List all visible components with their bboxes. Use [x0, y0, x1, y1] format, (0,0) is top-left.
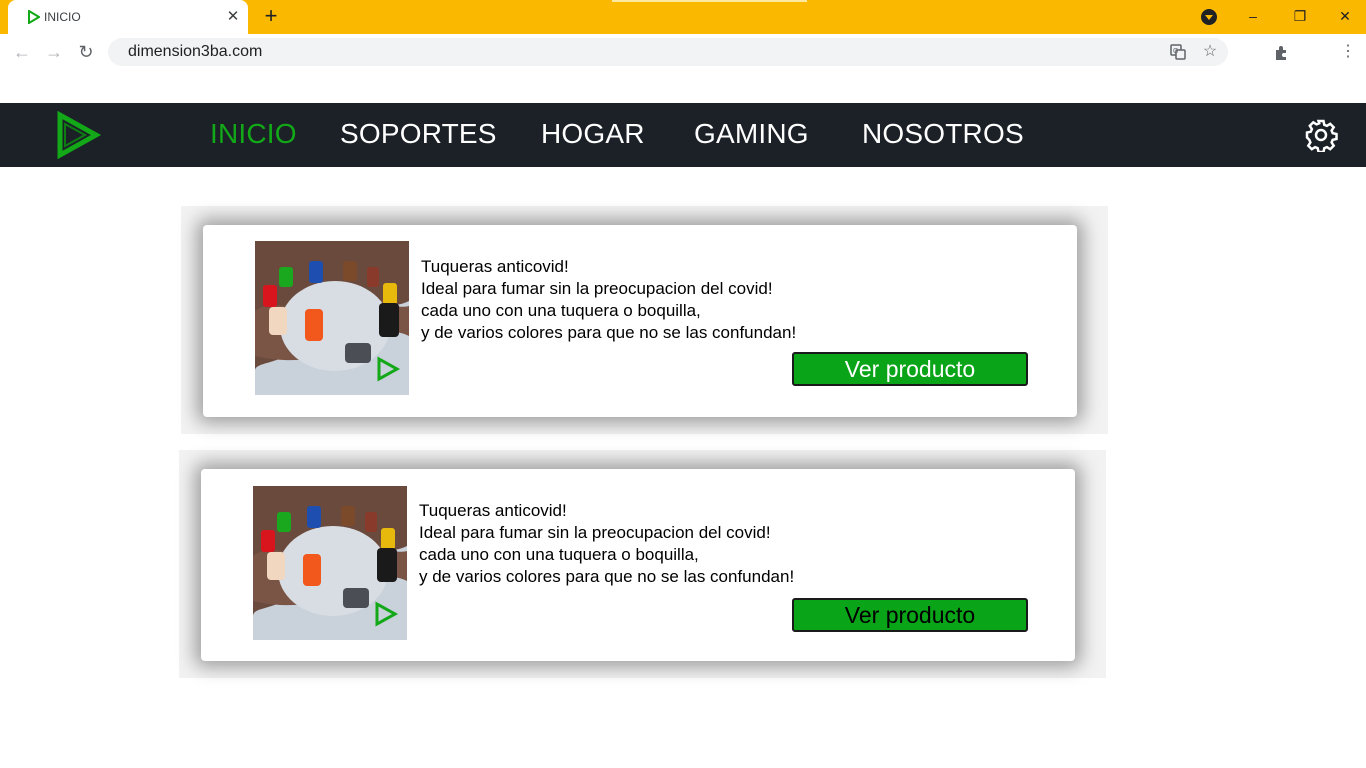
- product-line: cada uno con una tuquera o boquilla,: [421, 301, 701, 320]
- ver-producto-button[interactable]: Ver producto: [792, 598, 1028, 632]
- tab-close-icon[interactable]: ✕: [224, 8, 242, 26]
- minimize-button[interactable]: –: [1240, 4, 1266, 28]
- product-image[interactable]: [253, 486, 407, 640]
- product-card-wrapper: Tuqueras anticovid! Ideal para fumar sin…: [181, 206, 1108, 434]
- bookmark-star-icon[interactable]: ☆: [1200, 42, 1220, 62]
- tab-strip-highlight: [612, 0, 807, 2]
- close-window-button[interactable]: ✕: [1332, 4, 1358, 28]
- browser-tab[interactable]: INICIO ✕: [8, 0, 248, 34]
- settings-gear-icon[interactable]: [1304, 118, 1338, 152]
- nav-gaming[interactable]: GAMING: [694, 118, 809, 150]
- extensions-icon[interactable]: [1272, 42, 1292, 62]
- product-description: Tuqueras anticovid! Ideal para fumar sin…: [419, 500, 794, 588]
- product-description: Tuqueras anticovid! Ideal para fumar sin…: [421, 256, 796, 344]
- nav-hogar[interactable]: HOGAR: [541, 118, 645, 150]
- product-title: Tuqueras anticovid!: [421, 257, 569, 276]
- menu-icon[interactable]: ⋮: [1338, 42, 1358, 62]
- tab-title: INICIO: [44, 10, 81, 24]
- translate-icon[interactable]: G: [1168, 42, 1188, 62]
- browser-tab-bar: INICIO ✕ + – ❐ ✕: [0, 0, 1366, 34]
- product-line: y de varios colores para que no se las c…: [421, 323, 797, 342]
- new-tab-button[interactable]: +: [260, 5, 282, 28]
- product-title: Tuqueras anticovid!: [419, 501, 567, 520]
- product-card: Tuqueras anticovid! Ideal para fumar sin…: [203, 225, 1077, 417]
- restore-button[interactable]: ❐: [1287, 4, 1313, 28]
- address-bar[interactable]: dimension3ba.com G ☆: [108, 38, 1228, 66]
- svg-text:G: G: [1173, 48, 1178, 55]
- back-button[interactable]: ←: [10, 40, 34, 64]
- product-line: y de varios colores para que no se las c…: [419, 567, 795, 586]
- product-image[interactable]: [255, 241, 409, 395]
- product-card: Tuqueras anticovid! Ideal para fumar sin…: [201, 469, 1075, 661]
- product-line: cada uno con una tuquera o boquilla,: [419, 545, 699, 564]
- nav-nosotros[interactable]: NOSOTROS: [862, 118, 1024, 150]
- site-logo-icon[interactable]: [54, 111, 102, 159]
- profile-menu-icon[interactable]: [1201, 9, 1217, 25]
- nav-inicio[interactable]: INICIO: [210, 118, 297, 150]
- product-line: Ideal para fumar sin la preocupacion del…: [419, 523, 771, 542]
- site-navbar: INICIO SOPORTES HOGAR GAMING NOSOTROS: [0, 103, 1366, 167]
- product-line: Ideal para fumar sin la preocupacion del…: [421, 279, 773, 298]
- browser-toolbar: ← → ↻ dimension3ba.com G ☆ ⋮: [0, 34, 1366, 70]
- reload-button[interactable]: ↻: [74, 40, 98, 64]
- nav-soportes[interactable]: SOPORTES: [340, 118, 497, 150]
- site-favicon-icon: [28, 10, 40, 24]
- product-card-wrapper: Tuqueras anticovid! Ideal para fumar sin…: [179, 450, 1106, 678]
- url-text[interactable]: dimension3ba.com: [128, 43, 262, 61]
- ver-producto-button[interactable]: Ver producto: [792, 352, 1028, 386]
- forward-button[interactable]: →: [42, 40, 66, 64]
